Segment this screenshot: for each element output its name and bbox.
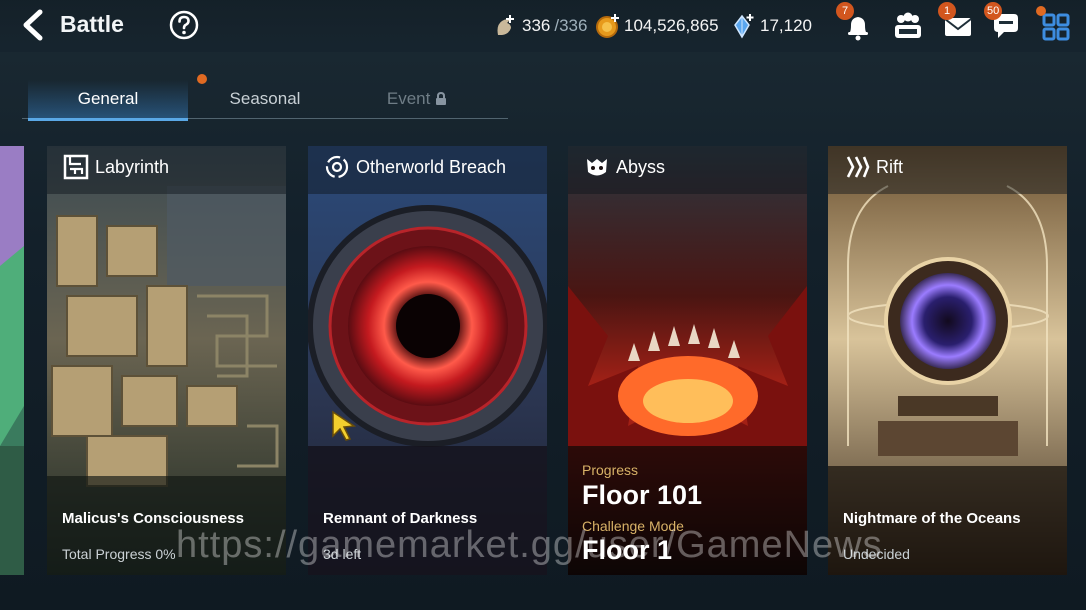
demon-icon <box>587 159 607 176</box>
gold-coin-icon <box>596 14 619 38</box>
back-arrow-icon[interactable] <box>18 8 52 42</box>
stamina-value: 336 <box>522 16 551 35</box>
page-title: Battle <box>60 11 124 37</box>
abyss-title: Abyss <box>616 156 666 177</box>
mail-badge: 1 <box>938 2 956 20</box>
labyrinth-title: Labyrinth <box>95 156 170 177</box>
lock-icon <box>436 91 447 105</box>
skystone-crystal-icon <box>734 14 754 39</box>
tab-event[interactable]: Event <box>367 80 467 118</box>
skystone-counter[interactable]: 17,120 <box>730 13 812 39</box>
maze-icon <box>63 154 89 180</box>
tab-event-label: Event <box>386 89 431 108</box>
battle-tabs: General Seasonal Event <box>22 74 508 121</box>
guild-icon[interactable] <box>890 8 926 44</box>
rift-card[interactable]: Rift Nightmare of the Oceans Undecided <box>828 146 1067 575</box>
labyrinth-header: Labyrinth <box>63 154 169 180</box>
top-bar: Battle 336 /336 104,526,865 17,120 7 1 5… <box>0 0 1086 52</box>
skystone-value: 17,120 <box>760 16 812 35</box>
watermark-text: https://gamemarket.gg/user/GameNews <box>176 524 883 566</box>
rift-title: Rift <box>876 156 903 177</box>
otherworld-breach-header: Otherworld Breach <box>324 154 506 180</box>
help-icon[interactable] <box>168 9 200 41</box>
tab-seasonal[interactable]: Seasonal <box>185 80 345 118</box>
seasonal-notification-dot <box>197 74 207 84</box>
mouse-cursor-icon <box>332 410 357 441</box>
abyss-card[interactable]: Abyss Progress Floor 101 Challenge Mode … <box>568 146 807 575</box>
stamina-counter[interactable]: 336 /336 <box>492 13 587 39</box>
gold-counter[interactable]: 104,526,865 <box>594 13 719 39</box>
rift-header: Rift <box>844 154 903 180</box>
previous-card-edge[interactable] <box>0 146 24 575</box>
stamina-max: /336 <box>554 16 588 35</box>
abyss-progress-label: Progress <box>582 462 639 478</box>
swirl-icon <box>325 155 349 179</box>
gold-value: 104,526,865 <box>624 16 719 35</box>
labyrinth-card[interactable]: Labyrinth Malicus's Consciousness Total … <box>47 146 286 575</box>
otherworld-breach-card[interactable]: Otherworld Breach Remnant of Darkness 3d… <box>308 146 547 575</box>
rift-icon <box>846 156 870 178</box>
menu-notification-dot <box>1036 6 1046 16</box>
otherworld-breach-title: Otherworld Breach <box>356 156 507 177</box>
notification-badge: 7 <box>836 2 854 20</box>
tab-general[interactable]: General <box>28 80 188 121</box>
abyss-progress-floor: Floor 101 <box>582 480 703 510</box>
abyss-header: Abyss <box>584 154 665 180</box>
stamina-icon <box>497 15 514 35</box>
labyrinth-progress: Total Progress 0% <box>62 546 176 562</box>
